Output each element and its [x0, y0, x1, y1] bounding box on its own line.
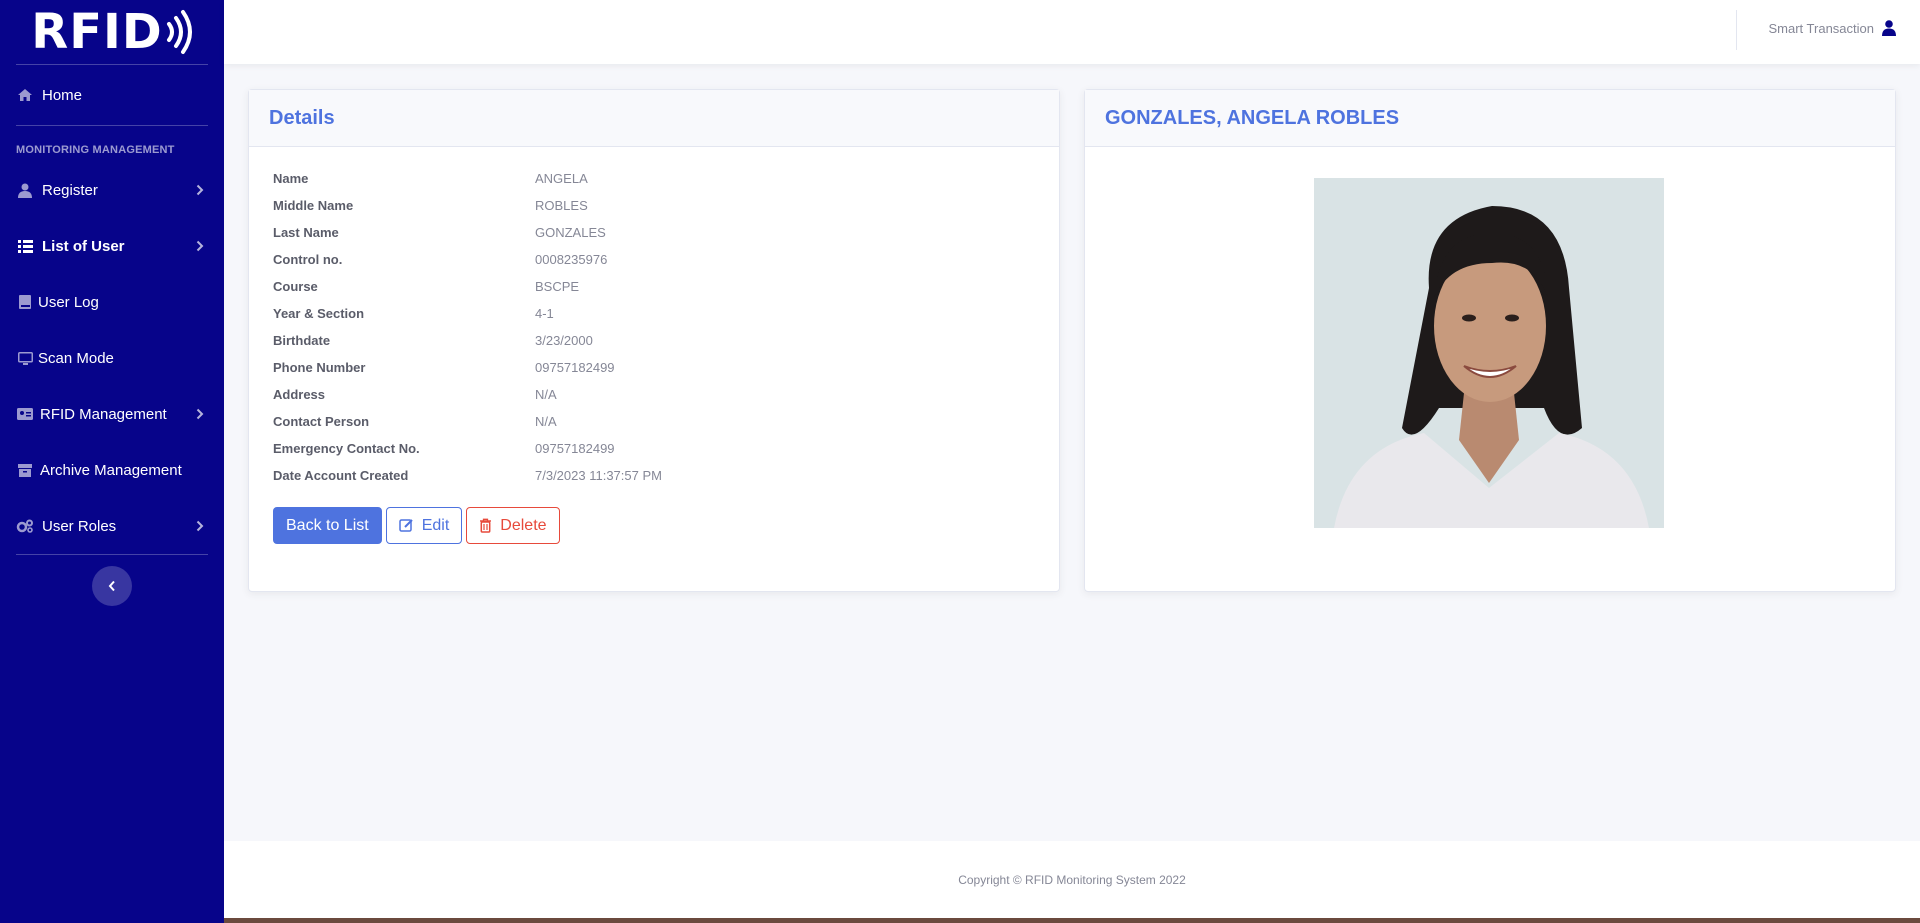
- sidebar-item-register[interactable]: Register: [0, 162, 224, 218]
- user-icon: [16, 181, 34, 199]
- detail-label: Control no.: [273, 252, 343, 267]
- archive-icon: [16, 461, 34, 479]
- sidebar-item-label: User Log: [38, 293, 99, 311]
- detail-value: 0008235976: [535, 252, 608, 267]
- detail-value: 09757182499: [535, 360, 615, 375]
- sidebar-item-archive-management[interactable]: Archive Management: [0, 442, 224, 498]
- profile-photo: [1314, 178, 1664, 528]
- detail-value: 4-1: [535, 306, 554, 321]
- action-buttons: Back to List Edit Delete: [273, 507, 1059, 544]
- detail-value: GONZALES: [535, 225, 606, 240]
- profile-name-title: GONZALES, ANGELA ROBLES: [1085, 90, 1895, 147]
- detail-row: Birthdate 3/23/2000: [273, 327, 1059, 354]
- sidebar-item-label: RFID Management: [40, 405, 167, 423]
- profile-card: GONZALES, ANGELA ROBLES: [1084, 89, 1896, 592]
- detail-row: Emergency Contact No. 09757182499: [273, 435, 1059, 462]
- sidebar-divider: [16, 554, 208, 555]
- detail-value: 7/3/2023 11:37:57 PM: [535, 468, 662, 483]
- detail-row: Date Account Created 7/3/2023 11:37:57 PM: [273, 462, 1059, 489]
- brand[interactable]: RFID: [16, 0, 208, 65]
- user-menu[interactable]: Smart Transaction: [1768, 20, 1896, 36]
- details-table: Name ANGELA Middle Name ROBLES Last Name GO…: [273, 165, 1059, 489]
- user-icon: [1882, 20, 1896, 36]
- sidebar-item-rfid-management[interactable]: RFID Management: [0, 386, 224, 442]
- sidebar-item-label: Home: [42, 86, 83, 104]
- sidebar-item-label: Scan Mode: [38, 349, 114, 367]
- sidebar-item-user-roles[interactable]: User Roles: [0, 498, 224, 554]
- topbar-divider: [1736, 10, 1737, 50]
- desktop-icon: [16, 349, 34, 367]
- user-name: Smart Transaction: [1768, 20, 1875, 36]
- detail-label: Birthdate: [273, 333, 331, 348]
- detail-label: Date Account Created: [273, 468, 409, 483]
- detail-label: Emergency Contact No.: [273, 441, 420, 456]
- edit-button[interactable]: Edit: [385, 507, 463, 544]
- back-to-list-button[interactable]: Back to List: [273, 507, 382, 544]
- sidebar-item-label: Archive Management: [40, 461, 182, 479]
- sidebar-item-scan-mode[interactable]: Scan Mode: [0, 330, 224, 386]
- delete-button[interactable]: Delete: [466, 507, 560, 544]
- detail-value: N/A: [535, 414, 557, 429]
- sidebar-item-label: List of User: [42, 237, 125, 255]
- chevron-right-icon: [196, 408, 204, 420]
- detail-row: Middle Name ROBLES: [273, 192, 1059, 219]
- detail-row: Course BSCPE: [273, 273, 1059, 300]
- chevron-right-icon: [196, 240, 204, 252]
- brand-logo: RFID: [31, 4, 192, 60]
- book-icon: [16, 293, 34, 311]
- bottom-strip: [224, 918, 1920, 923]
- trash-icon: [480, 518, 492, 533]
- detail-value: ANGELA: [535, 171, 588, 186]
- sidebar-item-user-log[interactable]: User Log: [0, 274, 224, 330]
- detail-label: Middle Name: [273, 198, 354, 213]
- detail-value: ROBLES: [535, 198, 588, 213]
- detail-label: Name: [273, 171, 309, 186]
- topbar: Smart Transaction: [224, 0, 1920, 64]
- list-icon: [16, 237, 34, 255]
- sidebar-item-label: User Roles: [42, 517, 117, 535]
- detail-row: Name ANGELA: [273, 165, 1059, 192]
- sidebar-item-list-of-user[interactable]: List of User: [0, 218, 224, 274]
- detail-label: Contact Person: [273, 414, 370, 429]
- button-label: Delete: [500, 516, 547, 534]
- button-label: Back to List: [286, 516, 369, 534]
- details-card: Details Name ANGELA Middle Name ROBLES Las…: [248, 89, 1060, 592]
- detail-label: Last Name: [273, 225, 339, 240]
- chevron-left-icon: [108, 580, 115, 592]
- id-card-icon: [16, 405, 34, 423]
- detail-value: BSCPE: [535, 279, 580, 294]
- detail-label: Phone Number: [273, 360, 366, 375]
- sidebar-section-heading: MONITORING MANAGEMENT: [16, 144, 175, 156]
- detail-label: Address: [273, 387, 326, 402]
- chevron-right-icon: [196, 520, 204, 532]
- sidebar-item-label: Register: [42, 181, 98, 199]
- detail-row: Phone Number 09757182499: [273, 354, 1059, 381]
- chevron-right-icon: [196, 184, 204, 196]
- sidebar-toggle-button[interactable]: [92, 566, 132, 606]
- copyright-text: Copyright © RFID Monitoring System 2022: [958, 872, 1186, 887]
- rfid-waves-icon: [166, 10, 192, 54]
- detail-value: 3/23/2000: [535, 333, 593, 348]
- brand-text: RFID: [31, 4, 163, 60]
- detail-label: Year & Section: [273, 306, 365, 321]
- detail-row: Address N/A: [273, 381, 1059, 408]
- person-photo-illustration: [1314, 178, 1664, 528]
- detail-label: Course: [273, 279, 318, 294]
- sidebar-item-home[interactable]: Home: [0, 65, 224, 125]
- edit-icon: [398, 519, 413, 532]
- detail-value: N/A: [535, 387, 557, 402]
- detail-row: Last Name GONZALES: [273, 219, 1059, 246]
- detail-row: Year & Section 4-1: [273, 300, 1059, 327]
- detail-value: 09757182499: [535, 441, 615, 456]
- home-icon: [16, 86, 34, 104]
- detail-row: Contact Person N/A: [273, 408, 1059, 435]
- footer: Copyright © RFID Monitoring System 2022: [224, 841, 1920, 918]
- sidebar: RFID Home MONITORING MANAGEMENT Register…: [0, 0, 224, 923]
- card-title: Details: [249, 90, 1059, 147]
- cogs-icon: [16, 517, 34, 535]
- detail-row: Control no. 0008235976: [273, 246, 1059, 273]
- button-label: Edit: [421, 516, 450, 534]
